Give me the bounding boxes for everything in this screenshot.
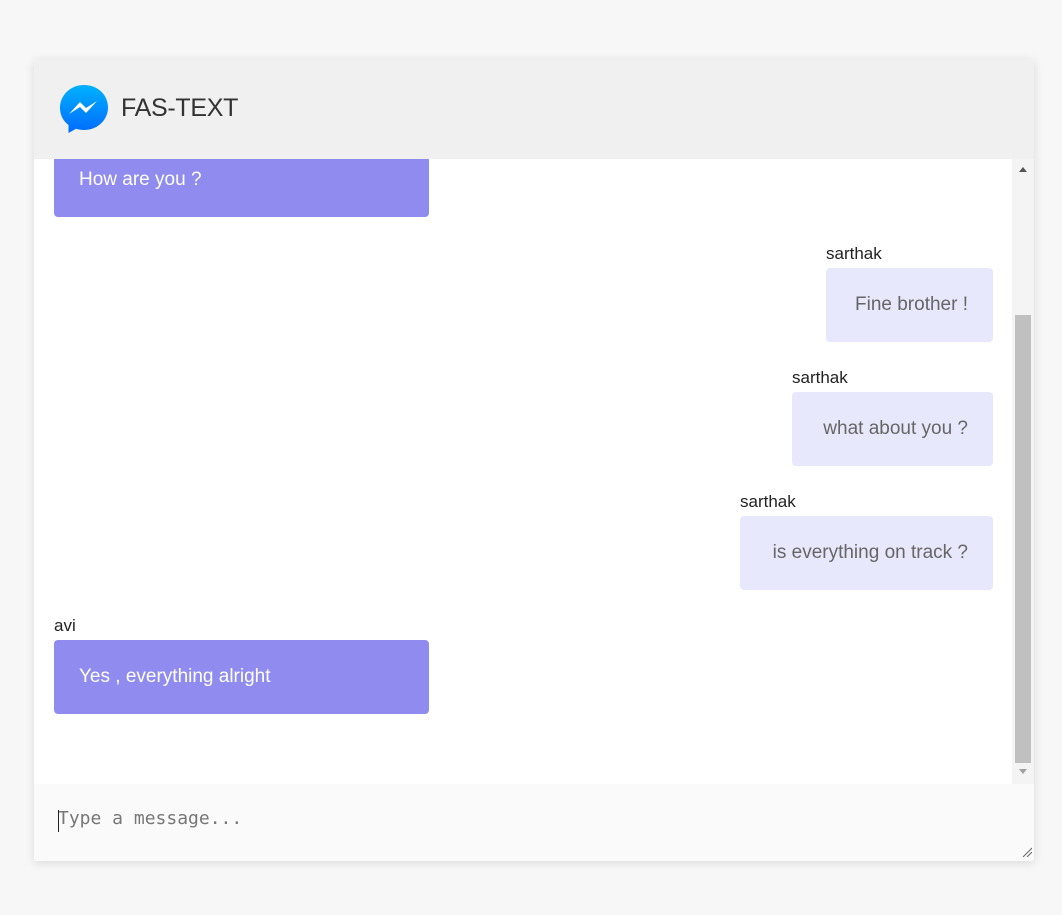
message-text: is everything on track ? — [772, 542, 968, 563]
scrollbar-thumb[interactable] — [1015, 315, 1031, 763]
message-sender: sarthak — [826, 244, 882, 263]
message-bubble-sent: Fine brother ! — [826, 268, 993, 342]
chat-window: FAS-TEXT How are you ? sarthak Fine brot… — [34, 59, 1034, 861]
scroll-up-arrow-icon[interactable] — [1019, 167, 1027, 172]
message-text: what about you ? — [823, 418, 968, 439]
message-sender: avi — [54, 616, 76, 635]
message-input[interactable] — [34, 784, 1034, 861]
messenger-logo-icon — [60, 85, 108, 133]
message-list-scrollbar[interactable] — [1012, 159, 1034, 784]
message-composer — [34, 784, 1034, 861]
app-title: FAS-TEXT — [121, 94, 239, 122]
message-bubble-sent: what about you ? — [792, 392, 993, 466]
message-bubble-received: How are you ? — [54, 159, 429, 217]
message-bubble-received: Yes , everything alright — [54, 640, 429, 714]
message-text: How are you ? — [79, 169, 202, 190]
message-text: Fine brother ! — [855, 294, 968, 315]
scroll-down-arrow-icon[interactable] — [1019, 769, 1027, 774]
chat-header: FAS-TEXT — [34, 59, 1034, 159]
message-list[interactable]: How are you ? sarthak Fine brother ! sar… — [34, 159, 1012, 784]
message-bubble-sent: is everything on track ? — [740, 516, 993, 590]
message-sender: sarthak — [740, 492, 796, 511]
message-sender: sarthak — [792, 368, 848, 387]
text-caret — [58, 810, 59, 832]
resize-grip-icon[interactable] — [1022, 847, 1032, 857]
message-text: Yes , everything alright — [79, 666, 271, 687]
